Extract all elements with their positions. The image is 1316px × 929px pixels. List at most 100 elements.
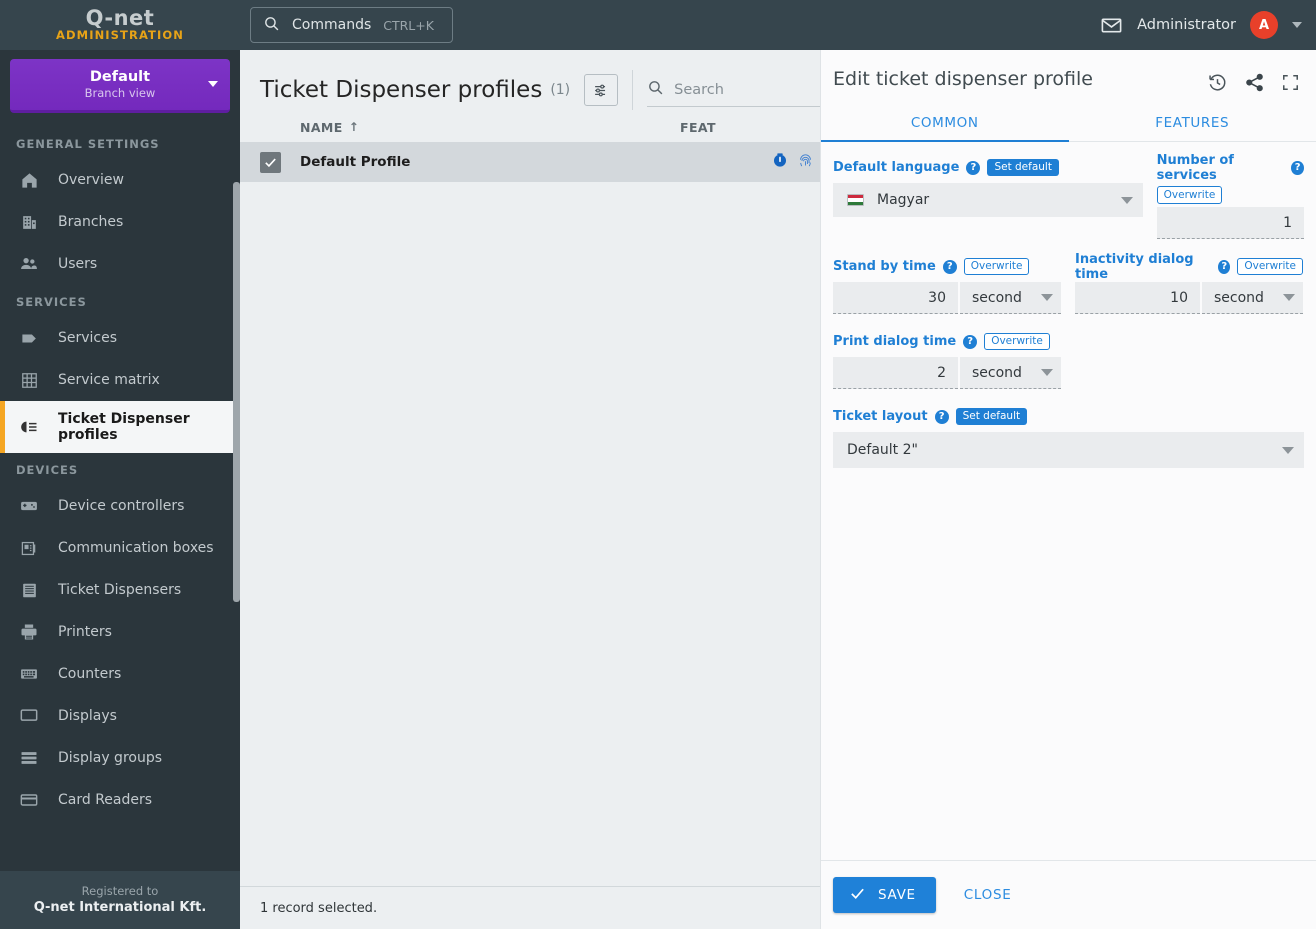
sidebar-item-printers[interactable]: Printers (0, 611, 240, 653)
sidebar-item-card-readers[interactable]: Card Readers (0, 779, 240, 821)
commands-search-button[interactable]: Commands CTRL+K (250, 7, 453, 43)
tab-features[interactable]: FEATURES (1069, 107, 1316, 141)
chevron-down-icon (1041, 294, 1053, 301)
avatar[interactable]: A (1250, 11, 1278, 39)
counter-icon (16, 664, 42, 684)
unit-value: second (972, 364, 1022, 381)
sidebar-item-device-controllers[interactable]: Device controllers (0, 485, 240, 527)
fullscreen-icon[interactable] (1281, 73, 1300, 92)
chevron-down-icon (208, 81, 218, 87)
table-header-row: NAME ↑ FEAT (240, 112, 820, 142)
table-row[interactable]: Default Profile (240, 142, 820, 182)
sidebar-item-label: Service matrix (58, 372, 160, 388)
chevron-down-icon (1120, 196, 1133, 204)
help-icon[interactable]: ? (1291, 160, 1304, 175)
sidebar-item-users[interactable]: Users (0, 243, 240, 285)
print-dialog-time-combo: 2 second (833, 357, 1061, 389)
field-stand-by-time: Stand by time ? Overwrite 30 second (833, 257, 1061, 314)
record-count: (1) (550, 82, 571, 98)
sidebar-item-counters[interactable]: Counters (0, 653, 240, 695)
user-name-label: Administrator (1137, 17, 1236, 33)
sidebar-item-ticket-dispenser-profiles[interactable]: Ticket Dispenser profiles (0, 401, 240, 453)
column-header-features[interactable]: FEAT (680, 120, 820, 135)
stand-by-time-input[interactable]: 30 (833, 282, 958, 314)
registered-footer: Registered to Q-net International Kft. (0, 870, 240, 929)
unit-value: second (972, 289, 1022, 306)
sidebar-item-overview[interactable]: Overview (0, 159, 240, 201)
sidebar-scrollbar-thumb[interactable] (233, 182, 240, 602)
overwrite-badge[interactable]: Overwrite (1156, 186, 1223, 204)
share-icon[interactable] (1244, 72, 1265, 93)
mail-icon[interactable] (1100, 14, 1123, 37)
number-of-services-input[interactable]: 1 (1156, 207, 1304, 239)
set-default-badge[interactable]: Set default (987, 159, 1059, 176)
inactivity-dialog-time-input[interactable]: 10 (1075, 282, 1200, 314)
row-checkbox[interactable] (260, 151, 281, 173)
check-icon (849, 885, 866, 906)
sidebar-item-displays[interactable]: Displays (0, 695, 240, 737)
filter-settings-button[interactable] (584, 74, 619, 106)
overwrite-badge[interactable]: Overwrite (1237, 258, 1303, 275)
status-bar: 1 record selected. (240, 886, 820, 929)
column-header-name[interactable]: NAME ↑ (300, 120, 680, 135)
ticket-dispenser-icon (16, 581, 42, 600)
chevron-down-icon[interactable] (1292, 22, 1302, 28)
sidebar-item-ticket-dispensers[interactable]: Ticket Dispensers (0, 569, 240, 611)
branch-selector[interactable]: Default Branch view (10, 59, 230, 113)
nav-section-services: SERVICES (16, 295, 87, 309)
field-label-line: Ticket layout ? Set default (833, 407, 1304, 426)
tab-common[interactable]: COMMON (821, 107, 1069, 142)
sidebar-item-branches[interactable]: Branches (0, 201, 240, 243)
field-label-line: Number of services ? (1157, 153, 1304, 183)
sidebar-item-label: Users (58, 256, 98, 272)
overwrite-badge-wrap: Overwrite (1156, 183, 1304, 204)
search-input[interactable] (674, 81, 800, 98)
sidebar-item-display-groups[interactable]: Display groups (0, 737, 240, 779)
default-language-select[interactable]: Magyar (833, 183, 1143, 217)
help-icon[interactable]: ? (942, 259, 957, 274)
info-badge-icon[interactable] (772, 152, 788, 172)
overwrite-badge[interactable]: Overwrite (984, 333, 1050, 350)
panel-tabs: COMMON FEATURES (821, 107, 1316, 142)
form-row-1: Default language ? Set default Magyar Nu… (833, 153, 1304, 239)
print-dialog-time-input[interactable]: 2 (833, 357, 958, 389)
stand-by-time-combo: 30 second (833, 282, 1061, 314)
print-dialog-time-unit-select[interactable]: second (960, 357, 1061, 389)
sidebar-nav: GENERAL SETTINGS Overview Branches Users (0, 127, 240, 821)
inactivity-dialog-time-unit-select[interactable]: second (1202, 282, 1303, 314)
help-icon[interactable]: ? (963, 334, 978, 349)
form-row-3: Print dialog time ? Overwrite 2 second (833, 332, 1304, 389)
ticket-layout-select[interactable]: Default 2" (833, 432, 1304, 468)
sidebar-item-label: Device controllers (58, 498, 185, 514)
sidebar-scrollbar-track[interactable] (233, 64, 240, 860)
search-field-wrap[interactable] (647, 73, 820, 107)
stand-by-time-unit-select[interactable]: second (960, 282, 1061, 314)
branch-name: Default (89, 68, 151, 85)
sidebar-item-service-matrix[interactable]: Service matrix (0, 359, 240, 401)
help-icon[interactable]: ? (966, 160, 981, 175)
save-button-label: SAVE (878, 887, 916, 903)
help-icon[interactable]: ? (1218, 259, 1231, 274)
sidebar-item-services[interactable]: Services (0, 317, 240, 359)
panel-header: Edit ticket dispenser profile (821, 50, 1316, 93)
panel-footer: SAVE CLOSE (821, 860, 1316, 929)
edit-panel: Edit ticket dispenser profile COMMON FEA… (820, 50, 1316, 929)
sidebar-item-communication-boxes[interactable]: Communication boxes (0, 527, 240, 569)
history-icon[interactable] (1207, 72, 1228, 93)
field-ticket-layout: Ticket layout ? Set default Default 2" (833, 407, 1304, 468)
field-inactivity-dialog-time: Inactivity dialog time ? Overwrite 10 se… (1075, 252, 1303, 314)
branch-view-label: Branch view (84, 85, 156, 100)
brand-header: Q-net ADMINISTRATION (0, 0, 240, 50)
form-row-4: Ticket layout ? Set default Default 2" (833, 407, 1304, 468)
field-label: Print dialog time (833, 334, 957, 349)
save-button[interactable]: SAVE (833, 877, 936, 913)
field-label: Stand by time (833, 259, 936, 274)
fingerprint-icon[interactable] (797, 152, 814, 173)
overwrite-badge[interactable]: Overwrite (963, 258, 1030, 275)
close-button[interactable]: CLOSE (950, 887, 1026, 903)
hungary-flag-icon (847, 194, 864, 206)
ticket-layout-value: Default 2" (847, 442, 918, 458)
help-icon[interactable]: ? (934, 409, 949, 424)
set-default-badge[interactable]: Set default (955, 408, 1028, 425)
sidebar-item-label: Displays (58, 708, 117, 724)
